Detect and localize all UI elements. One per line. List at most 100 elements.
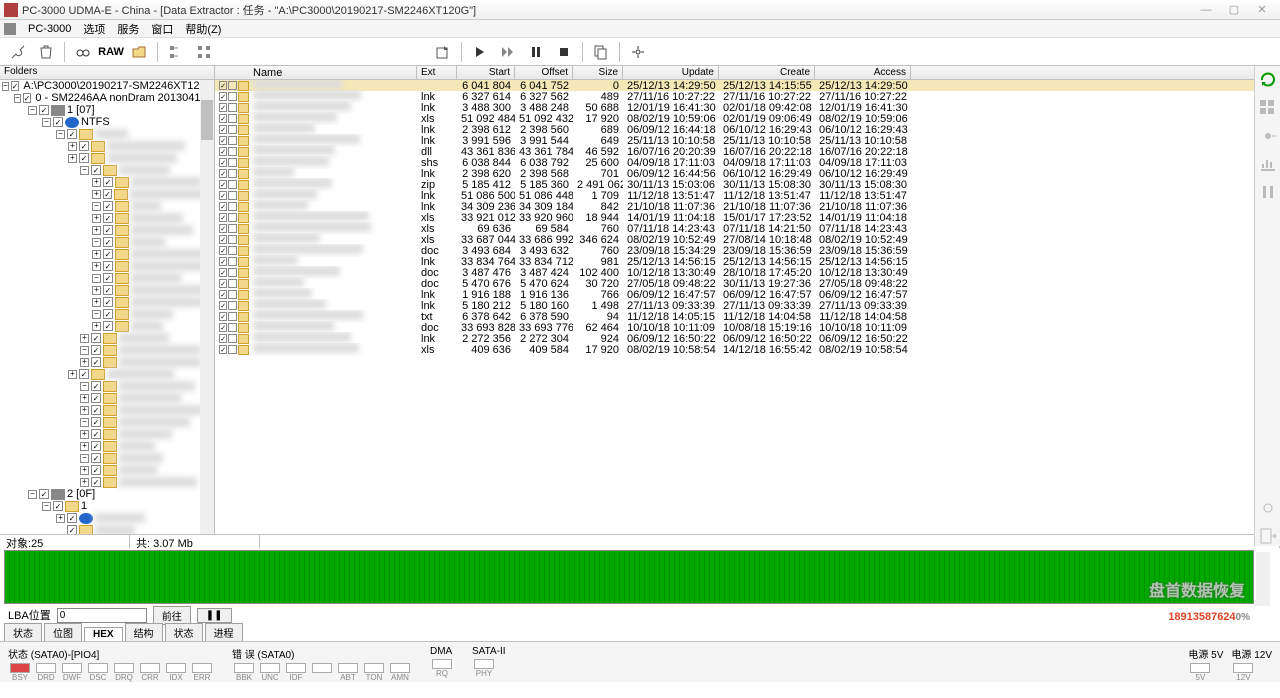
row-checkbox[interactable]: ✓	[219, 268, 227, 277]
minimize-button[interactable]: —	[1192, 1, 1220, 19]
expand-icon[interactable]: −	[80, 418, 89, 427]
tree-item[interactable]: +✓	[0, 356, 214, 368]
pause-icon[interactable]	[524, 41, 548, 63]
tab-状态[interactable]: 状态	[4, 623, 42, 641]
col-create[interactable]: Create	[719, 66, 815, 79]
menu-app[interactable]: PC-3000	[28, 23, 71, 35]
expand-icon[interactable]: +	[92, 250, 101, 259]
raw-button[interactable]: RAW	[99, 41, 123, 63]
row-checkbox2[interactable]	[228, 235, 236, 244]
checkbox[interactable]: ✓	[91, 429, 101, 439]
tab-进程[interactable]: 进程	[205, 623, 243, 641]
tree-item[interactable]: +✓	[0, 320, 214, 332]
tree-item[interactable]: −✓	[0, 416, 214, 428]
expand-icon[interactable]: −	[92, 202, 101, 211]
tree-item[interactable]: +✓	[0, 392, 214, 404]
row-checkbox[interactable]: ✓	[219, 92, 227, 101]
checkbox[interactable]: ✓	[91, 345, 101, 355]
row-checkbox2[interactable]	[228, 202, 236, 211]
tab-状态[interactable]: 状态	[165, 623, 203, 641]
expand-icon[interactable]: +	[92, 322, 101, 331]
checkbox[interactable]: ✓	[103, 189, 113, 199]
tree-item[interactable]: +✓	[0, 140, 214, 152]
tree-item[interactable]: +✓	[0, 188, 214, 200]
checkbox[interactable]: ✓	[53, 501, 63, 511]
row-checkbox[interactable]: ✓	[219, 213, 227, 222]
col-offset[interactable]: Offset	[515, 66, 573, 79]
row-checkbox[interactable]: ✓	[219, 147, 227, 156]
tree-item[interactable]: −✓	[0, 200, 214, 212]
expand-icon[interactable]: +	[56, 514, 65, 523]
checkbox[interactable]: ✓	[103, 261, 113, 271]
tab-结构[interactable]: 结构	[125, 623, 163, 641]
row-checkbox2[interactable]	[228, 92, 236, 101]
expand-icon[interactable]: +	[80, 406, 89, 415]
checkbox[interactable]: ✓	[91, 165, 101, 175]
binocular-icon[interactable]	[71, 41, 95, 63]
row-checkbox[interactable]: ✓	[219, 158, 227, 167]
folder-up-icon[interactable]	[127, 41, 151, 63]
maximize-button[interactable]: ▢	[1220, 1, 1248, 19]
tree-drive[interactable]: −✓0 - SM2246AA nonDram 20130411 S/N:(03)…	[0, 92, 214, 104]
row-checkbox2[interactable]	[228, 103, 236, 112]
col-start[interactable]: Start	[457, 66, 515, 79]
checkbox[interactable]: ✓	[91, 417, 101, 427]
stop-icon[interactable]	[552, 41, 576, 63]
tree-collapse-icon[interactable]	[164, 41, 188, 63]
expand-icon[interactable]: −	[2, 82, 9, 91]
expand-icon[interactable]: +	[92, 226, 101, 235]
menu-window[interactable]: 窗口	[151, 21, 173, 37]
expand-icon[interactable]: +	[92, 190, 101, 199]
row-checkbox[interactable]: ✓	[219, 180, 227, 189]
row-checkbox[interactable]: ✓	[219, 81, 227, 90]
row-checkbox2[interactable]	[228, 169, 236, 178]
expand-icon[interactable]: +	[80, 394, 89, 403]
checkbox[interactable]: ✓	[103, 249, 113, 259]
folder-tree[interactable]: −✓A:\PC3000\20190217-SM2246XT120G\ −✓0 -…	[0, 80, 214, 534]
tree-item[interactable]: −✓	[0, 128, 214, 140]
tree-item[interactable]: −✓	[0, 452, 214, 464]
row-checkbox2[interactable]	[228, 301, 236, 310]
row-checkbox2[interactable]	[228, 158, 236, 167]
checkbox[interactable]: ✓	[103, 213, 113, 223]
expand-icon[interactable]: −	[28, 106, 37, 115]
checkbox[interactable]: ✓	[79, 369, 89, 379]
expand-icon[interactable]: −	[42, 118, 51, 127]
checkbox[interactable]: ✓	[39, 105, 49, 115]
checkbox[interactable]: ✓	[91, 381, 101, 391]
row-checkbox[interactable]: ✓	[219, 279, 227, 288]
rail-refresh-icon[interactable]	[1258, 70, 1278, 90]
menu-options[interactable]: 选项	[83, 21, 105, 37]
checkbox[interactable]: ✓	[91, 357, 101, 367]
tree-item[interactable]: +✓	[0, 464, 214, 476]
expand-icon[interactable]: +	[80, 430, 89, 439]
tree-scrollbar[interactable]	[200, 80, 214, 534]
row-checkbox2[interactable]	[228, 268, 236, 277]
row-checkbox[interactable]: ✓	[219, 301, 227, 310]
row-checkbox[interactable]: ✓	[219, 202, 227, 211]
row-checkbox2[interactable]	[228, 147, 236, 156]
row-checkbox2[interactable]	[228, 312, 236, 321]
row-checkbox[interactable]: ✓	[219, 290, 227, 299]
col-size[interactable]: Size	[573, 66, 623, 79]
sector-map[interactable]: 盘首数据恢复	[4, 550, 1254, 604]
tree-item[interactable]: +✓	[0, 512, 214, 524]
checkbox[interactable]: ✓	[91, 393, 101, 403]
row-checkbox[interactable]: ✓	[219, 334, 227, 343]
close-button[interactable]: ✕	[1248, 1, 1276, 19]
col-ext[interactable]: Ext	[417, 66, 457, 79]
lba-input[interactable]	[57, 608, 147, 623]
tree-partition-2[interactable]: −✓2 [0F]	[0, 488, 214, 500]
tree-item[interactable]: +✓	[0, 332, 214, 344]
row-checkbox[interactable]: ✓	[219, 312, 227, 321]
expand-icon[interactable]: +	[68, 154, 77, 163]
tree-partition-1[interactable]: −✓1 [07]	[0, 104, 214, 116]
skip-icon[interactable]	[496, 41, 520, 63]
export-icon[interactable]	[431, 41, 455, 63]
tree-item[interactable]: +✓	[0, 224, 214, 236]
row-checkbox2[interactable]	[228, 257, 236, 266]
row-checkbox[interactable]: ✓	[219, 323, 227, 332]
tree-item[interactable]: +✓	[0, 428, 214, 440]
row-checkbox2[interactable]	[228, 279, 236, 288]
rail-record-icon[interactable]	[1258, 126, 1278, 146]
